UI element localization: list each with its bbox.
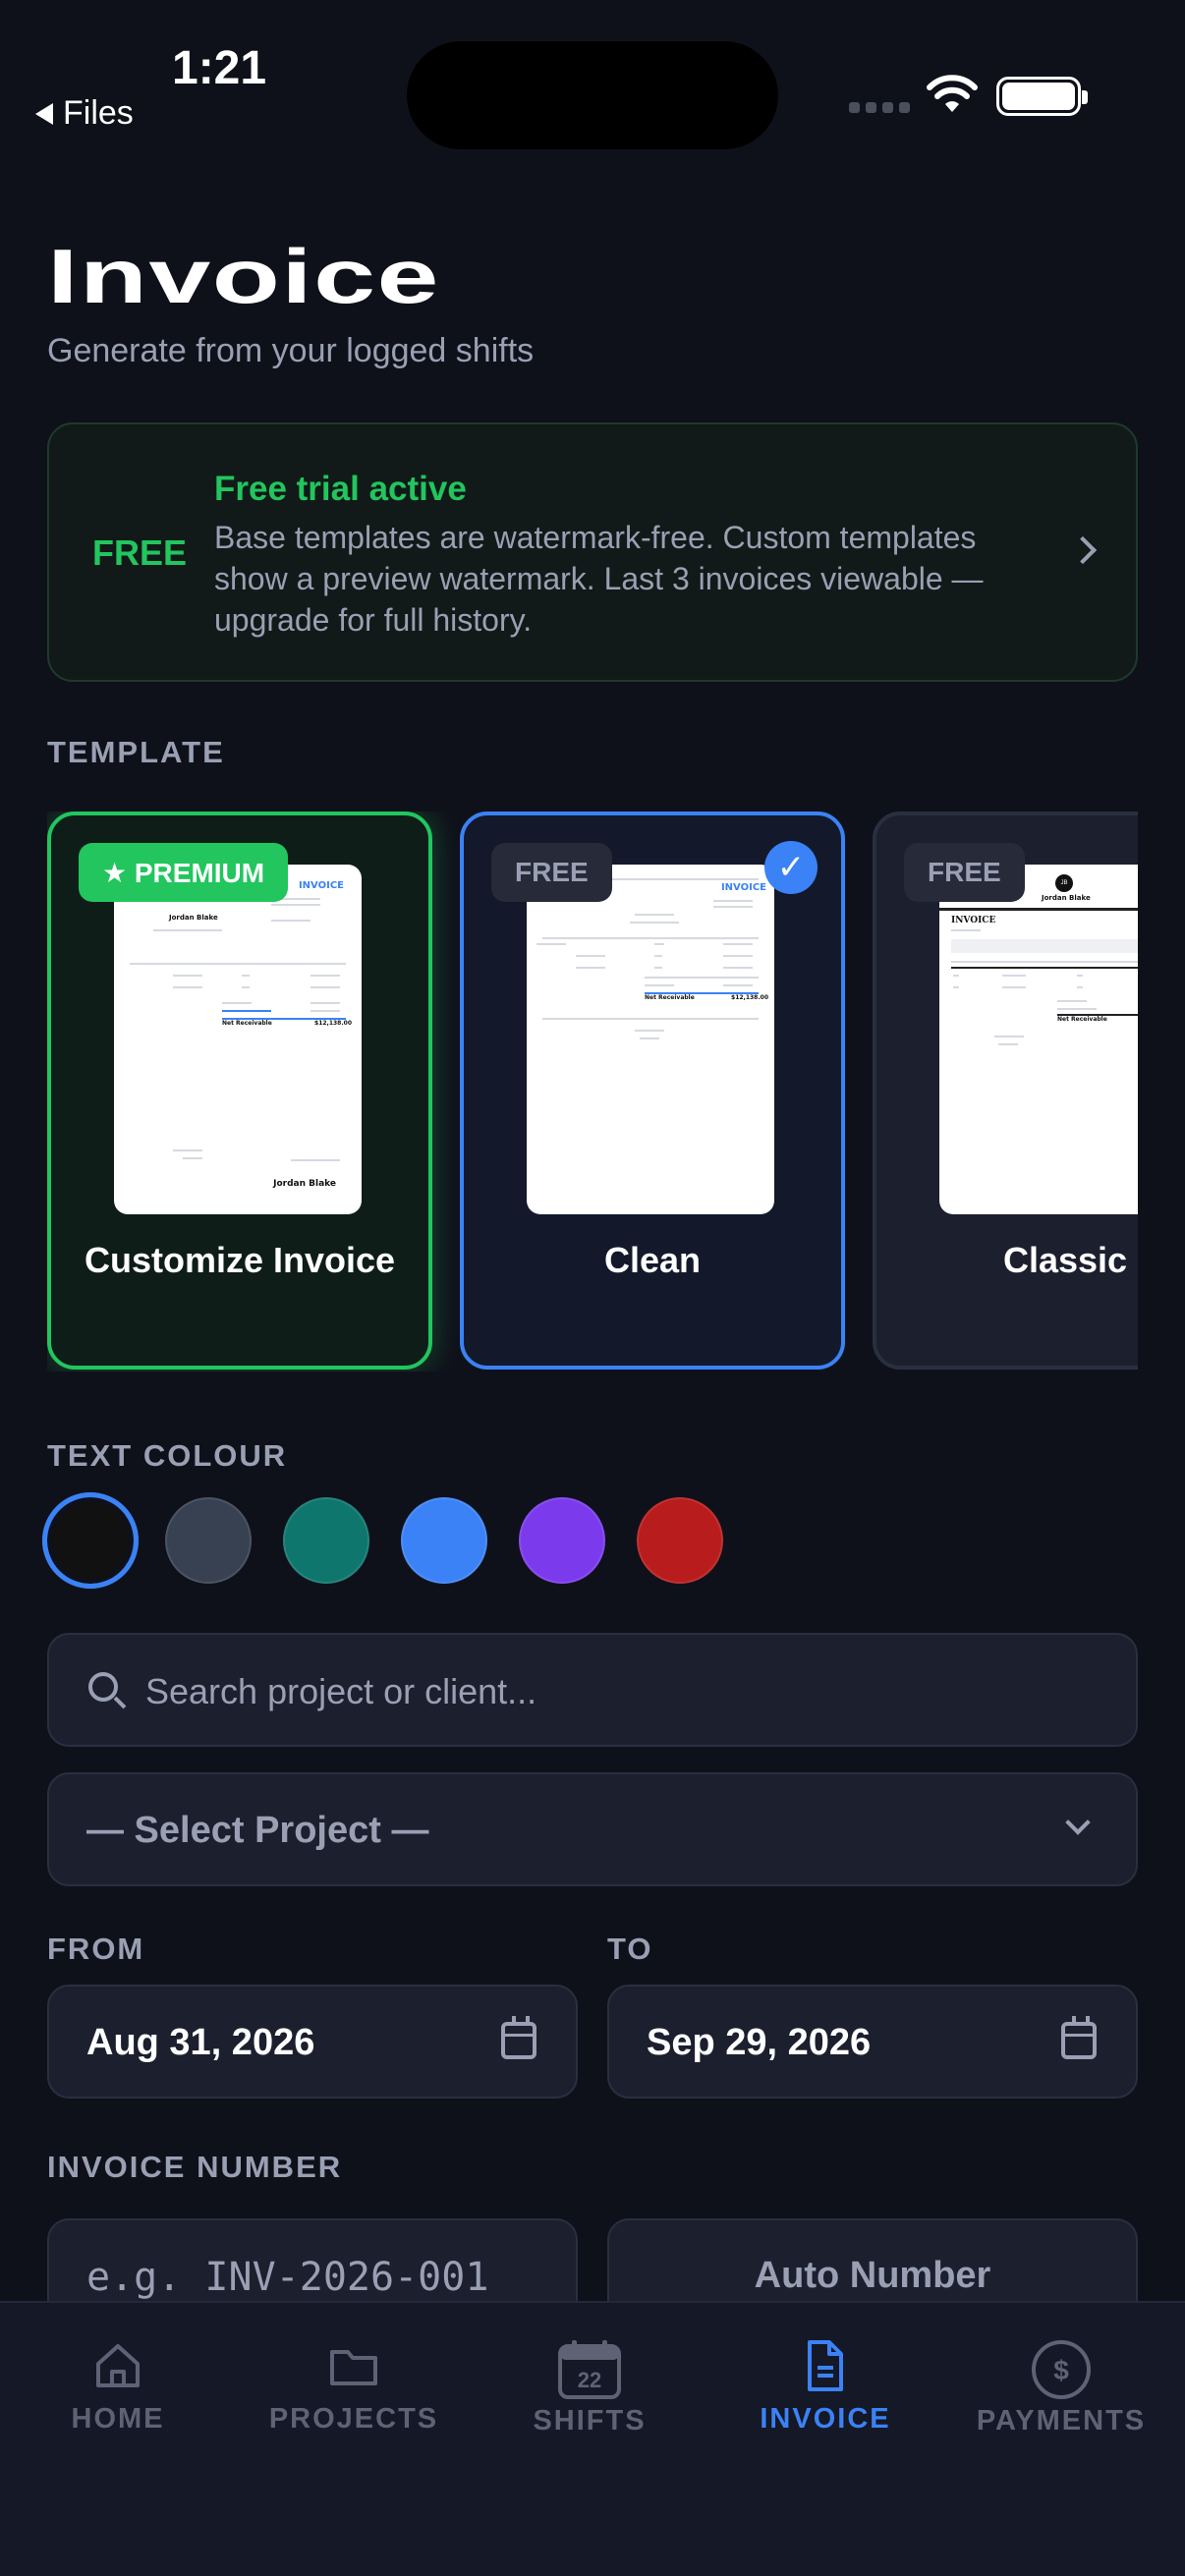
from-date-value: Aug 31, 2026 [86,2022,315,2063]
tab-home-label: HOME [71,2403,165,2435]
wifi-icon [927,75,978,112]
template-preview-classic: JB Jordan Blake INVOICE Net Receivable [939,865,1138,1214]
preview-monogram: JB [1055,874,1073,892]
template-card-customize[interactable]: INVOICE Jordan Blake Net Receivable $12,… [47,812,432,1370]
free-trial-banner[interactable]: FREE Free trial active Base templates ar… [47,422,1138,682]
search-field[interactable] [47,1633,1138,1747]
tab-projects[interactable]: PROJECTS [236,2338,472,2436]
premium-badge: ★ PREMIUM [79,843,289,902]
template-section-label: TEMPLATE [47,735,225,769]
template-name-classic: Classic [1002,1240,1128,1280]
svg-text:$: $ [1053,2355,1069,2385]
back-label: Files [63,94,134,132]
invoice-number-input[interactable] [86,2250,548,2305]
colour-swatch-black[interactable] [42,1492,139,1589]
to-date-field[interactable]: Sep 29, 2026 [607,1985,1138,2099]
preview-signature: Jordan Blake [273,1179,336,1189]
preview-net-label: Net Receivable [645,994,695,1001]
colour-swatch-teal[interactable] [283,1497,369,1584]
back-to-files-link[interactable]: Files [35,94,134,133]
tab-projects-label: PROJECTS [268,2403,439,2435]
colour-swatch-blue[interactable] [401,1497,487,1584]
template-card-clean[interactable]: INVOICE Net Receivable $12,138.00 FREE ✓… [460,812,845,1370]
from-label: FROM [47,1932,145,1966]
page-subtitle: Generate from your logged shifts [47,332,535,369]
battery-icon [996,77,1088,116]
calendar-day-number: 22 [578,2368,601,2392]
preview-invoice-heading: INVOICE [298,880,344,891]
preview-net-label: Net Receivable [1057,1016,1107,1023]
cellular-signal-icon [849,102,910,113]
search-icon [88,1672,118,1702]
bottom-tab-bar: HOME PROJECTS 22 SHIFTS INVOICE $ PAYMEN… [0,2301,1185,2576]
from-date-field[interactable]: Aug 31, 2026 [47,1985,578,2099]
to-label: TO [607,1932,653,1966]
trial-description: Base templates are watermark-free. Custo… [214,520,984,638]
chevron-down-icon [1065,1810,1091,1835]
preview-net-label: Net Receivable [222,1020,272,1027]
to-date-value: Sep 29, 2026 [647,2022,872,2063]
preview-total: $12,138.00 [731,994,768,1001]
tab-shifts-label: SHIFTS [533,2405,647,2436]
tab-shifts[interactable]: 22 SHIFTS [472,2338,707,2437]
back-triangle-icon [35,102,53,125]
free-badge: FREE [904,843,1025,902]
preview-client-name: Jordan Blake [1042,894,1091,902]
preview-invoice-heading: INVOICE [720,882,766,893]
status-time: 1:21 [172,42,267,94]
project-select-value: — Select Project — [86,1810,429,1851]
trial-title: Free trial active [214,470,467,508]
selected-check-icon: ✓ [764,841,818,894]
calendar-icon [1061,2016,1097,2059]
tab-payments-label: PAYMENTS [976,2405,1147,2436]
preview-total: $12,138.00 [314,1020,352,1027]
page-title: Invoice [47,233,440,319]
tab-payments[interactable]: $ PAYMENTS [943,2338,1179,2437]
tab-invoice[interactable]: INVOICE [707,2338,943,2436]
invoice-number-label: INVOICE NUMBER [47,2150,343,2184]
template-carousel[interactable]: INVOICE Jordan Blake Net Receivable $12,… [47,812,1138,1372]
chevron-right-icon [1068,535,1098,565]
free-badge: FREE [491,843,612,902]
folder-icon [330,2350,377,2385]
colour-swatch-purple[interactable] [519,1497,605,1584]
dynamic-island [407,41,778,149]
text-colour-label: TEXT COLOUR [47,1438,288,1473]
colour-swatch-row [42,1492,723,1589]
tab-home[interactable]: HOME [0,2338,236,2436]
preview-client-name: Jordan Blake [169,914,218,922]
template-card-classic[interactable]: JB Jordan Blake INVOICE Net Receivable F… [873,812,1138,1370]
template-name-clean: Clean [603,1240,702,1280]
calendar-icon [501,2016,536,2059]
preview-classic-heading: INVOICE [951,916,996,925]
project-select[interactable]: — Select Project — [47,1772,1138,1886]
trial-tag: FREE [92,532,188,573]
template-name-customize: Customize Invoice [84,1240,396,1280]
colour-swatch-red[interactable] [637,1497,723,1584]
calendar-icon: 22 [558,2340,621,2399]
tab-invoice-label: INVOICE [760,2403,891,2435]
dollar-icon: $ [1032,2340,1091,2399]
template-preview-customize: INVOICE Jordan Blake Net Receivable $12,… [114,865,362,1214]
document-icon [808,2340,843,2391]
search-input[interactable] [145,1664,1089,1719]
home-icon [96,2344,140,2387]
colour-swatch-slate[interactable] [165,1497,252,1584]
template-preview-clean: INVOICE Net Receivable $12,138.00 [527,865,774,1214]
